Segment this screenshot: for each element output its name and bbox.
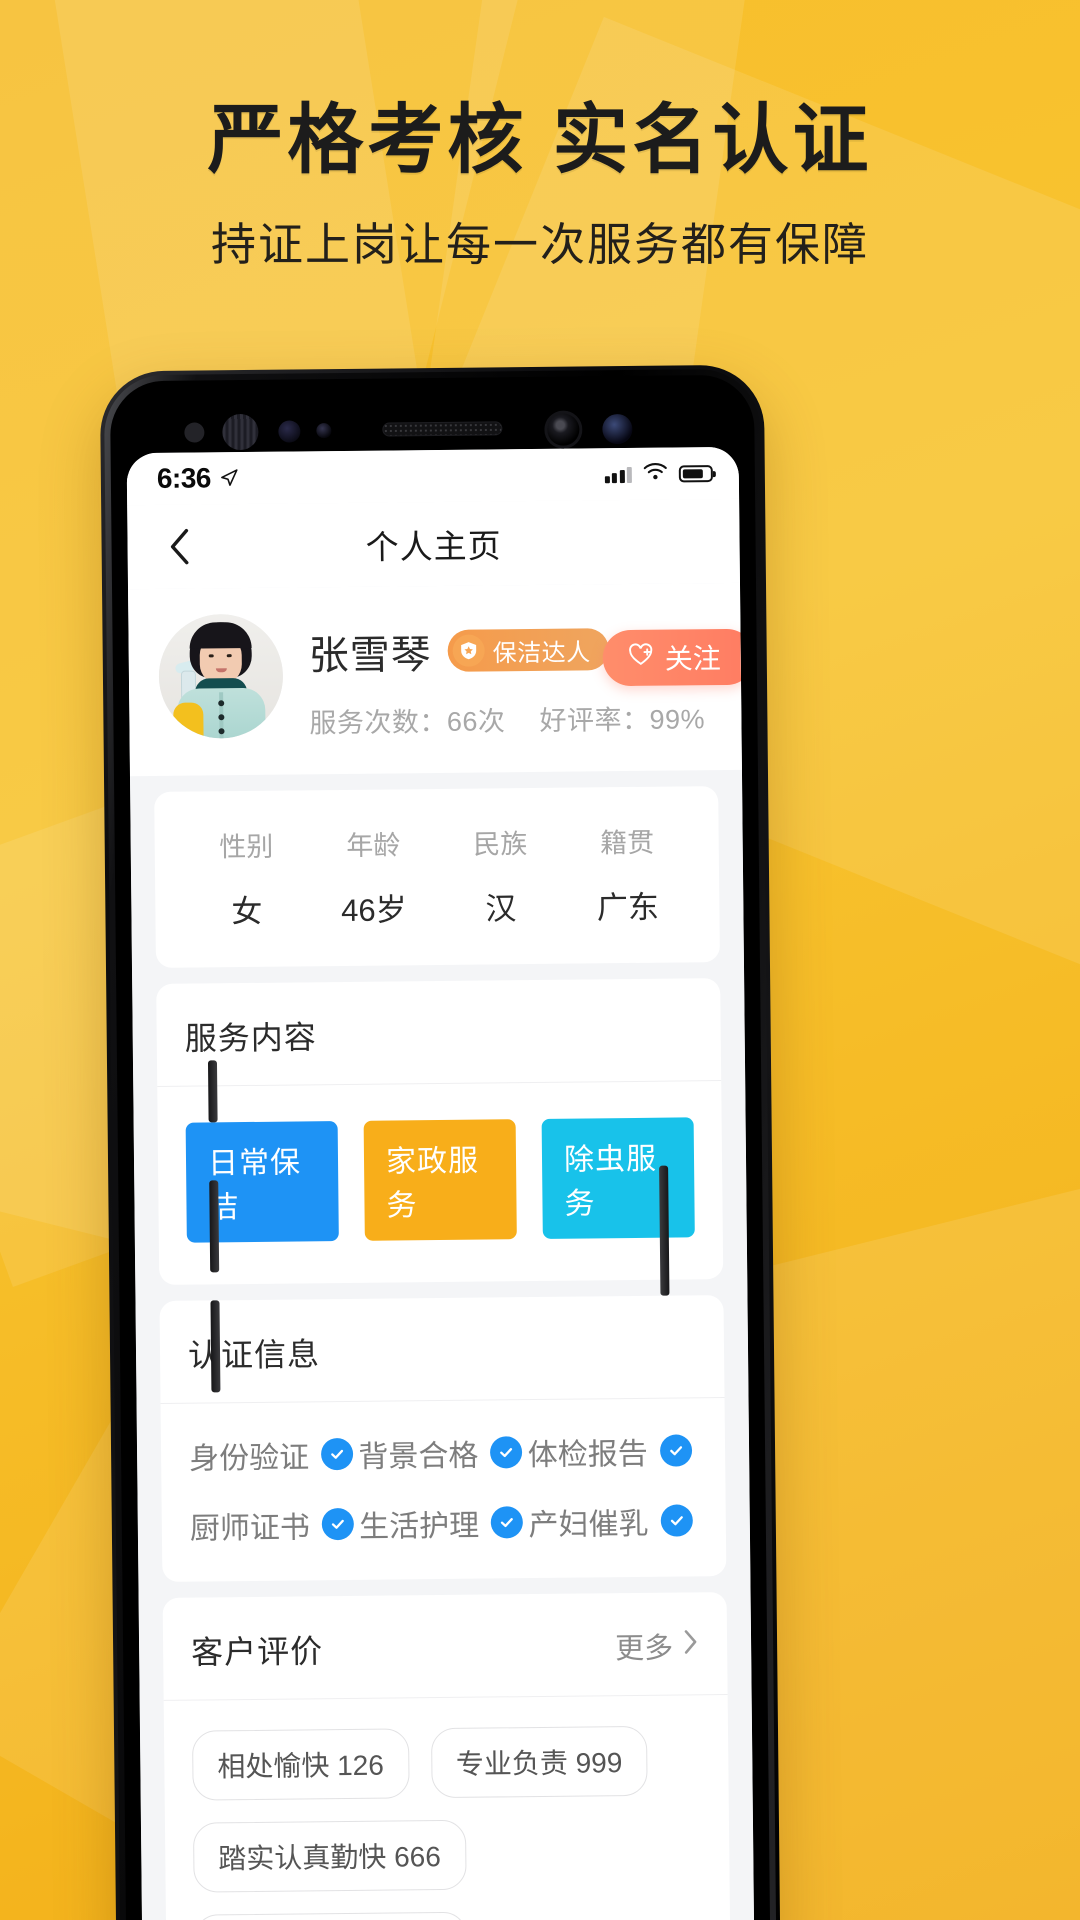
reviews-more-button[interactable]: 更多 xyxy=(615,1624,699,1667)
certification-label: 生活护理 xyxy=(359,1509,480,1544)
proximity-sensor-icon xyxy=(278,420,301,443)
status-bar: 6:36 xyxy=(126,446,740,506)
navigation-bar: 个人主页 xyxy=(127,498,740,590)
attribute-label: 民族 xyxy=(473,829,528,860)
location-arrow-icon xyxy=(219,468,239,488)
attributes-row: 性别 女 年龄 46岁 民族 汉 籍贯 广东 xyxy=(182,786,692,967)
phone-power-button xyxy=(659,1165,670,1296)
reviews-more-label: 更多 xyxy=(614,1632,674,1666)
attribute-item: 年龄 46岁 xyxy=(309,823,437,930)
check-circle-icon xyxy=(320,1437,354,1471)
review-tag[interactable]: 专业负责 999 xyxy=(430,1725,648,1799)
certification-label: 背景合格 xyxy=(358,1439,479,1474)
attribute-value: 46岁 xyxy=(340,892,407,929)
reviews-header: 客户评价 更多 xyxy=(191,1592,700,1699)
attribute-label: 年龄 xyxy=(346,830,401,861)
certification-label: 产妇催乳 xyxy=(528,1507,649,1543)
earpiece-speaker-icon xyxy=(382,421,503,437)
chevron-right-icon xyxy=(683,1628,699,1663)
certification-item: 产妇催乳 xyxy=(528,1498,698,1544)
review-tag[interactable]: 相处愉快 126 xyxy=(191,1728,410,1801)
certification-item: 生活护理 xyxy=(359,1500,529,1546)
signal-bars-icon xyxy=(604,465,632,484)
avatar[interactable] xyxy=(158,613,284,739)
phone-mockup: 6:36 个人主页 张雪琴 保洁达人 服务次数：66次 好评率：99% 关注 性… xyxy=(99,364,781,1920)
secondary-camera-icon xyxy=(602,413,633,445)
back-button[interactable] xyxy=(157,524,201,568)
certifications-title: 认证信息 xyxy=(187,1336,321,1374)
stat-rating: 好评率：99% xyxy=(539,704,706,736)
heart-plus-icon xyxy=(629,642,655,674)
attribute-label: 性别 xyxy=(219,831,274,863)
review-tag[interactable]: 踏实认真勤快 666 xyxy=(193,1911,468,1920)
certification-item: 厨师证书 xyxy=(190,1502,360,1548)
attribute-item: 民族 汉 xyxy=(436,822,564,929)
services-card: 服务内容 日常保洁 家政服务 除虫服务 xyxy=(156,978,724,1285)
reviews-title: 客户评价 xyxy=(190,1633,324,1671)
review-tag[interactable]: 踏实认真勤快 666 xyxy=(192,1819,467,1893)
attribute-label: 籍贯 xyxy=(600,827,655,859)
certification-label: 体检报告 xyxy=(527,1437,648,1473)
profile-name: 张雪琴 xyxy=(308,633,432,679)
front-camera-icon xyxy=(544,410,583,449)
services-title: 服务内容 xyxy=(184,1019,317,1057)
status-badge-label: 保洁达人 xyxy=(492,638,591,667)
profile-stats: 服务次数：66次 好评率：99% xyxy=(309,697,741,741)
phone-volume-down-button xyxy=(210,1300,221,1393)
ambient-sensor-icon xyxy=(184,422,205,443)
poster-headline: 严格考核 实名认证 xyxy=(207,98,873,183)
chevron-left-icon xyxy=(170,528,189,565)
certification-item: 身份验证 xyxy=(189,1432,359,1478)
iris-scanner-icon xyxy=(222,413,259,451)
check-circle-icon xyxy=(660,1504,693,1537)
attributes-card: 性别 女 年龄 46岁 民族 汉 籍贯 广东 xyxy=(154,786,720,968)
light-sensor-icon xyxy=(316,423,332,439)
shield-star-icon xyxy=(452,634,485,667)
poster-text-block: 严格考核 实名认证 持证上岗让每一次服务都有保障 xyxy=(0,96,1080,273)
certification-item: 体检报告 xyxy=(527,1428,697,1474)
certification-label: 厨师证书 xyxy=(189,1511,311,1546)
attribute-value: 汉 xyxy=(485,891,517,927)
poster-subheadline: 持证上岗让每一次服务都有保障 xyxy=(210,218,869,270)
check-circle-icon xyxy=(490,1436,523,1469)
certifications-grid: 身份验证 背景合格 体检报告 厨师证书 生活护理 产妇催乳 xyxy=(189,1398,699,1581)
status-bar-time: 6:36 xyxy=(156,462,212,494)
attribute-item: 性别 女 xyxy=(183,824,311,931)
review-tags-row: 相处愉快 126 专业负责 999 踏实认真勤快 666 踏实认真勤快 666 … xyxy=(191,1695,704,1920)
status-bar-left: 6:36 xyxy=(157,462,239,495)
phone-body: 6:36 个人主页 张雪琴 保洁达人 服务次数：66次 好评率：99% 关注 性… xyxy=(109,374,771,1920)
follow-button[interactable]: 关注 xyxy=(602,628,755,687)
service-tag[interactable]: 家政服务 xyxy=(363,1119,517,1241)
certifications-card: 认证信息 身份验证 背景合格 体检报告 厨师证书 生活护理 产妇催乳 xyxy=(159,1295,727,1582)
check-circle-icon xyxy=(490,1506,524,1539)
phone-mute-switch xyxy=(207,1060,218,1123)
battery-icon xyxy=(678,464,713,482)
page-title: 个人主页 xyxy=(365,527,502,566)
reviews-card: 客户评价 更多 相处愉快 126 专业负责 999 踏实认真勤快 666 xyxy=(162,1592,732,1920)
check-circle-icon xyxy=(659,1434,692,1467)
service-tag[interactable]: 除虫服务 xyxy=(541,1117,695,1239)
service-tags-row: 日常保洁 家政服务 除虫服务 xyxy=(185,1081,695,1284)
status-bar-right xyxy=(604,461,713,486)
follow-button-label: 关注 xyxy=(664,643,721,675)
status-badge: 保洁达人 xyxy=(447,628,609,672)
certification-label: 身份验证 xyxy=(188,1441,310,1476)
phone-sensor-row xyxy=(110,405,754,452)
check-circle-icon xyxy=(321,1507,354,1541)
attribute-item: 籍贯 广东 xyxy=(563,820,691,927)
certification-item: 背景合格 xyxy=(358,1430,528,1476)
phone-volume-up-button xyxy=(209,1180,220,1273)
wifi-icon xyxy=(643,462,668,486)
attribute-value: 广东 xyxy=(596,889,660,926)
profile-header: 张雪琴 保洁达人 服务次数：66次 好评率：99% 关注 xyxy=(128,582,755,777)
attribute-value: 女 xyxy=(231,893,263,930)
stat-service-count: 服务次数：66次 xyxy=(309,706,506,739)
